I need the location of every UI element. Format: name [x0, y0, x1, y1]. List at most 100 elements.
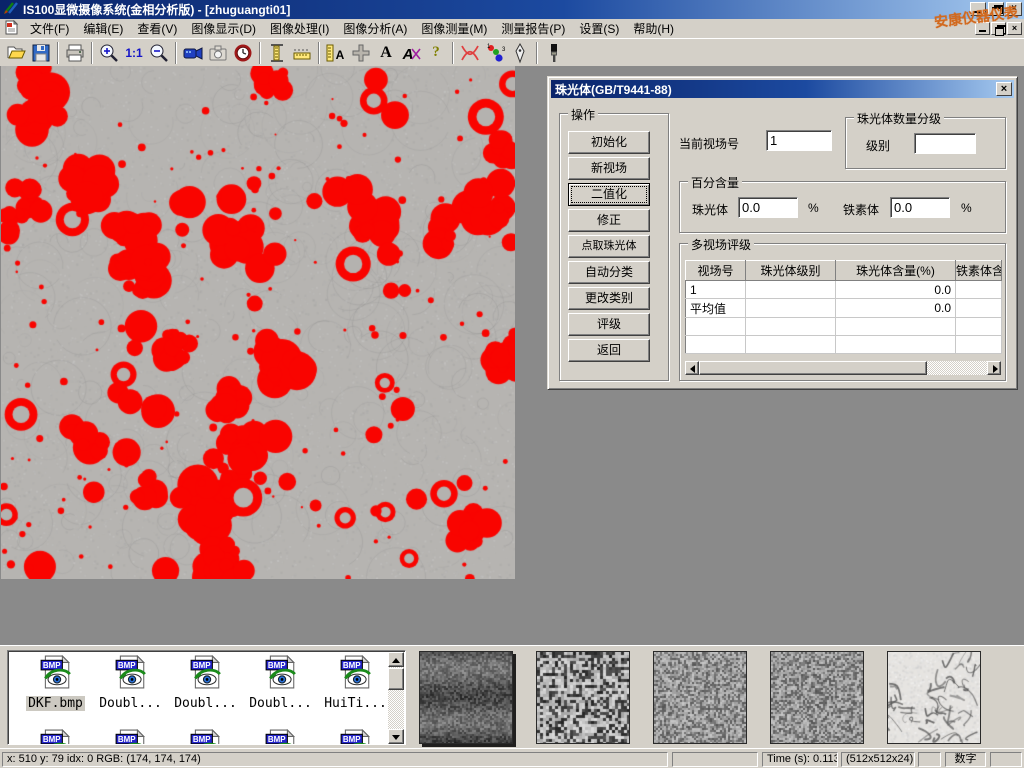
file-name[interactable]: HuiTi...	[322, 696, 388, 711]
scroll-up-button[interactable]	[388, 652, 404, 667]
calibration-icon[interactable]: A	[324, 41, 348, 65]
image-size-status: (512x512x24)	[841, 752, 915, 767]
text-tool-icon[interactable]: A	[374, 41, 398, 65]
mdi-restore-button[interactable]	[991, 22, 1006, 35]
restore-button[interactable]	[988, 2, 1004, 16]
file-item[interactable]: BMP	[168, 729, 243, 744]
scroll-right-button[interactable]	[987, 361, 1001, 375]
menu-image-processing[interactable]: 图像处理(I)	[263, 18, 336, 39]
scrollbar-thumb[interactable]	[699, 361, 927, 375]
table-row[interactable]: 平均值 0.0	[686, 299, 1002, 318]
auto-classify-button[interactable]: 自动分类	[568, 261, 650, 284]
scrollbar-track[interactable]	[699, 361, 987, 375]
timer-icon[interactable]	[231, 41, 255, 65]
scroll-down-button[interactable]	[388, 729, 404, 744]
zoom-in-icon[interactable]	[97, 41, 121, 65]
pick-pearlite-button[interactable]: 点取珠光体	[568, 235, 650, 258]
menu-image-measure[interactable]: 图像测量(M)	[414, 18, 494, 39]
current-field-input[interactable]	[766, 130, 832, 151]
open-file-icon[interactable]	[4, 41, 28, 65]
mdi-close-button[interactable]: ×	[1007, 22, 1022, 35]
file-name[interactable]: Doubl...	[247, 696, 314, 711]
grading-group: 珠光体数量分级 级别	[845, 117, 1006, 169]
video-camera-icon[interactable]	[181, 41, 205, 65]
thumbnail-1[interactable]	[419, 651, 513, 744]
mdi-minimize-button[interactable]	[975, 22, 990, 35]
menu-measure-report[interactable]: 测量报告(P)	[494, 18, 572, 39]
col-pearlite-grade[interactable]: 珠光体级别	[746, 261, 836, 281]
probe-pen-icon[interactable]	[508, 41, 532, 65]
brush-icon[interactable]	[542, 41, 566, 65]
file-item[interactable]: BMP	[243, 729, 318, 744]
ruler-icon[interactable]	[290, 41, 314, 65]
file-item[interactable]: BMP DKF.bmp	[18, 655, 93, 712]
file-name[interactable]: DKF.bmp	[26, 696, 85, 711]
pearlite-unit: %	[808, 201, 819, 215]
menu-settings[interactable]: 设置(S)	[572, 18, 626, 39]
file-item[interactable]: BMP Doubl...	[243, 655, 318, 712]
file-item[interactable]: BMP	[93, 729, 168, 744]
file-item[interactable]: BMP	[318, 729, 388, 744]
grading-group-label: 珠光体数量分级	[854, 110, 944, 127]
help-icon[interactable]: ?	[424, 41, 448, 65]
thumbnail-3[interactable]	[653, 651, 747, 744]
document-icon[interactable]	[4, 20, 19, 38]
operations-group-label: 操作	[568, 106, 598, 123]
dialog-close-button[interactable]: ×	[996, 82, 1012, 96]
col-ferrite-content[interactable]: 铁素体含量(%)	[956, 261, 1002, 281]
caliper-icon[interactable]	[265, 41, 289, 65]
photo-camera-icon[interactable]	[206, 41, 230, 65]
menu-image-display[interactable]: 图像显示(D)	[184, 18, 263, 39]
pearlite-percent-input[interactable]	[738, 197, 798, 218]
file-name[interactable]: Doubl...	[172, 696, 239, 711]
file-name[interactable]: Doubl...	[97, 696, 164, 711]
curve-tool-icon[interactable]	[458, 41, 482, 65]
table-row[interactable]: 1 0.0	[686, 281, 1002, 299]
svg-text:BMP: BMP	[42, 661, 60, 670]
zoom-out-icon[interactable]	[147, 41, 171, 65]
init-button[interactable]: 初始化	[568, 131, 650, 154]
pearlite-label: 珠光体	[692, 201, 728, 218]
annotation-tool-icon[interactable]: A	[399, 41, 423, 65]
menu-edit[interactable]: 编辑(E)	[76, 18, 130, 39]
print-icon[interactable]	[63, 41, 87, 65]
menu-file[interactable]: 文件(F)	[23, 18, 76, 39]
level-label: 级别	[866, 137, 890, 154]
table-row[interactable]	[686, 318, 1002, 336]
grade-button[interactable]: 评级	[568, 313, 650, 336]
save-icon[interactable]	[29, 41, 53, 65]
file-item[interactable]: BMP HuiTi...	[318, 655, 388, 712]
dialog-title-bar[interactable]: 珠光体(GB/T9441-88) ×	[551, 80, 1014, 98]
new-field-button[interactable]: 新视场	[568, 157, 650, 180]
col-field-no[interactable]: 视场号	[686, 261, 746, 281]
scrollbar-thumb[interactable]	[388, 668, 404, 690]
menu-image-analysis[interactable]: 图像分析(A)	[336, 18, 414, 39]
binarize-button[interactable]: 二值化	[568, 183, 650, 206]
svg-text:A: A	[402, 46, 414, 63]
ferrite-percent-input[interactable]	[890, 197, 950, 218]
dialog-title: 珠光体(GB/T9441-88)	[555, 81, 672, 98]
image-browser-panel: BMP DKF.bmp BMP Doubl... BMP Doubl... BM…	[0, 645, 1024, 748]
file-item[interactable]: BMP Doubl...	[93, 655, 168, 712]
return-button[interactable]: 返回	[568, 339, 650, 362]
correct-button[interactable]: 修正	[568, 209, 650, 232]
thumbnail-4[interactable]	[770, 651, 864, 744]
menu-help[interactable]: 帮助(H)	[626, 18, 681, 39]
thumbnail-5[interactable]	[887, 651, 981, 744]
thumbnail-2[interactable]	[536, 651, 630, 744]
col-pearlite-content[interactable]: 珠光体含量(%)	[836, 261, 956, 281]
actual-size-icon[interactable]: 1:1	[122, 41, 146, 65]
table-row[interactable]	[686, 336, 1002, 354]
move-tool-icon[interactable]	[349, 41, 373, 65]
workspace: 珠光体(GB/T9441-88) × 操作 初始化 新视场 二值化 修正 点取珠…	[0, 66, 1024, 645]
file-item[interactable]: BMP Doubl...	[168, 655, 243, 712]
minimize-button[interactable]	[970, 2, 986, 16]
file-item[interactable]: BMP	[18, 729, 93, 744]
specimen-image[interactable]	[1, 66, 515, 579]
scroll-left-button[interactable]	[685, 361, 699, 375]
level-input[interactable]	[914, 133, 976, 154]
close-button[interactable]: ×	[1006, 2, 1022, 16]
menu-view[interactable]: 查看(V)	[130, 18, 184, 39]
classify-points-icon[interactable]: 13	[483, 41, 507, 65]
change-class-button[interactable]: 更改类别	[568, 287, 650, 310]
